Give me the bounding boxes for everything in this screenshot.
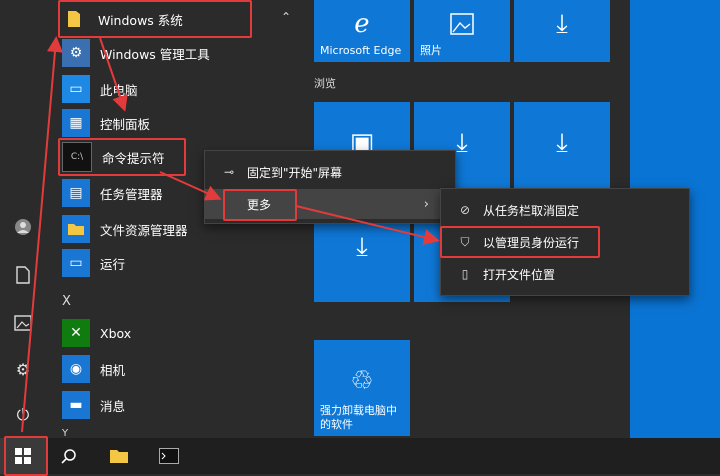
arrow-start-to-group: [21, 36, 63, 433]
annotation-arrows: [21, 36, 440, 433]
arrow-group-to-cmd: [99, 37, 128, 112]
arrow-cmd-to-more: [159, 171, 222, 201]
arrow-more-to-admin: [295, 205, 440, 245]
